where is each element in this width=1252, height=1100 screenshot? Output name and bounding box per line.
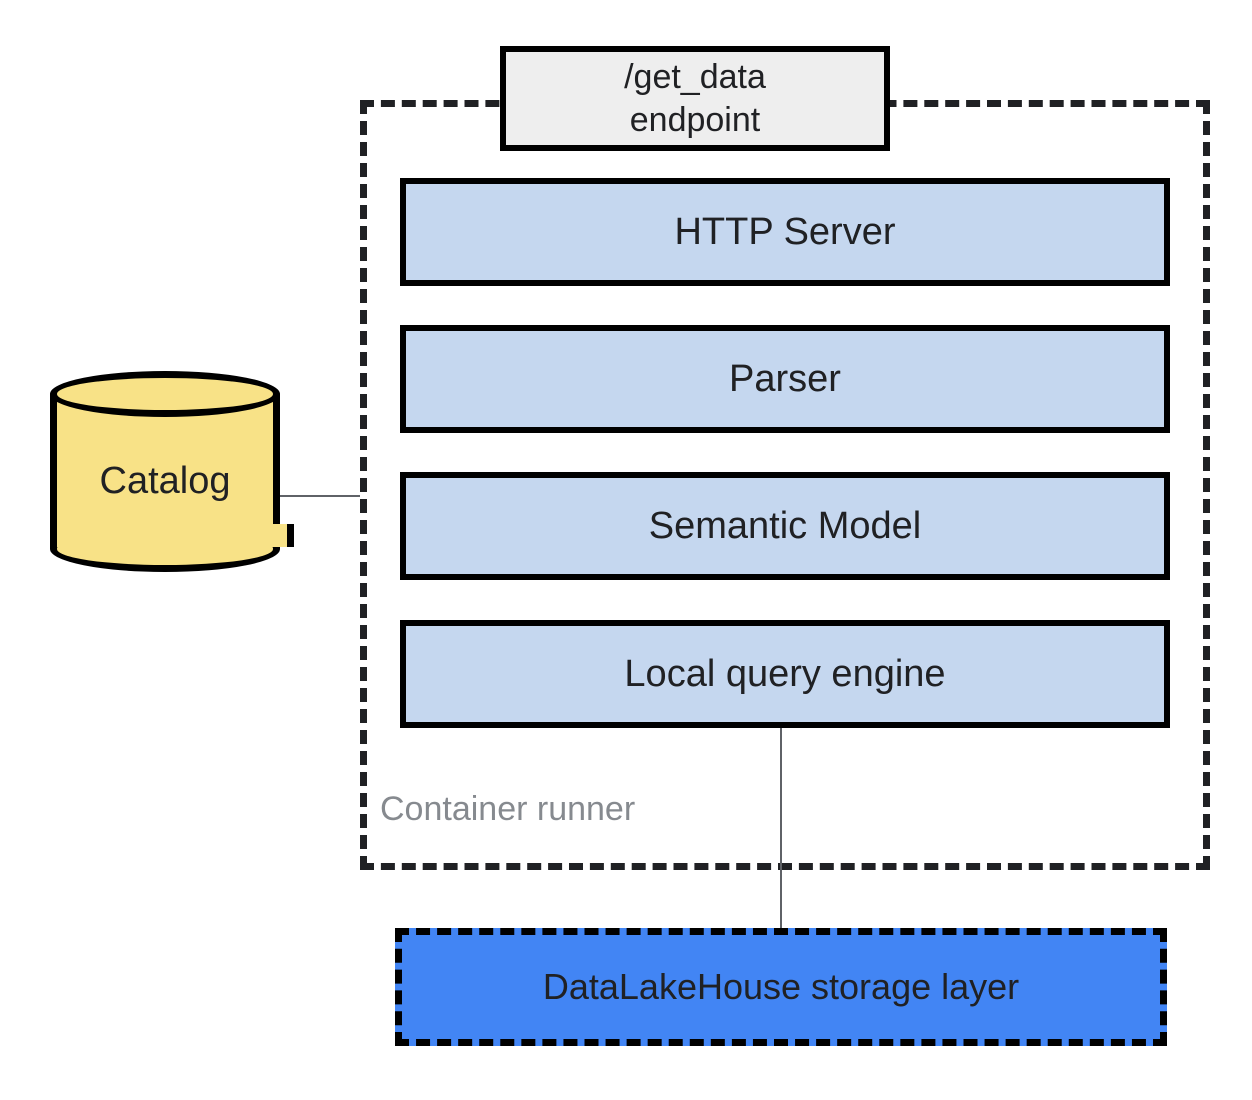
semantic-model-label: Semantic Model: [649, 505, 921, 548]
get-data-endpoint-box: /get_data endpoint: [500, 46, 890, 151]
storage-label: DataLakeHouse storage layer: [543, 964, 1019, 1011]
http-server-box: HTTP Server: [400, 178, 1170, 286]
semantic-model-box: Semantic Model: [400, 472, 1170, 580]
local-query-engine-box: Local query engine: [400, 620, 1170, 728]
http-server-label: HTTP Server: [674, 211, 895, 254]
datalakehouse-storage-box: DataLakeHouse storage layer: [395, 928, 1167, 1046]
endpoint-line1: /get_data: [624, 56, 766, 99]
catalog-connector-line: [280, 495, 360, 497]
parser-box: Parser: [400, 325, 1170, 433]
cylinder-bottom: [50, 526, 280, 572]
catalog-label: Catalog: [50, 460, 280, 503]
parser-label: Parser: [729, 358, 841, 401]
endpoint-line2: endpoint: [630, 99, 760, 142]
cylinder-top: [50, 371, 280, 417]
architecture-diagram: Container runner /get_data endpoint HTTP…: [0, 0, 1252, 1100]
container-runner-label: Container runner: [380, 790, 635, 829]
storage-connector-line: [780, 728, 782, 928]
local-query-engine-label: Local query engine: [624, 653, 945, 696]
